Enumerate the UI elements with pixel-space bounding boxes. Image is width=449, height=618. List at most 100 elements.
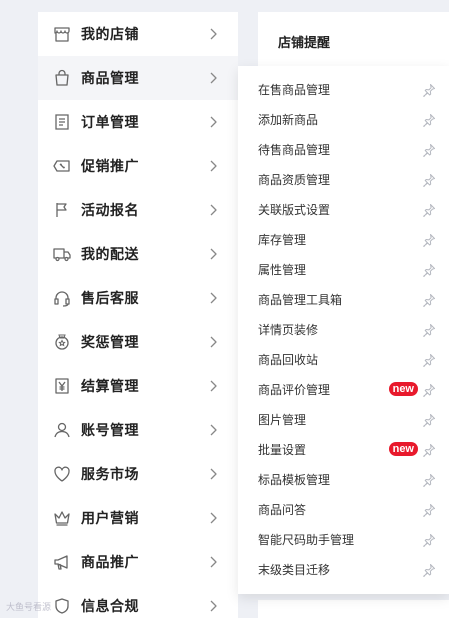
pin-icon[interactable] [422,263,436,277]
submenu-item[interactable]: 批量设置 new [238,435,449,465]
sidebar-item[interactable]: 商品管理 [38,56,238,100]
chevron-right-icon [206,599,220,613]
pin-icon[interactable] [422,413,436,427]
submenu-item-label: 商品资质管理 [258,173,331,187]
submenu-item[interactable]: 智能尺码助手管理 [238,525,449,555]
submenu-item-label: 智能尺码助手管理 [258,533,355,547]
content-panel [258,600,449,618]
heart-icon [53,465,71,483]
sidebar-item-label: 我的店铺 [81,27,139,43]
submenu-item-label: 标品模板管理 [258,473,331,487]
sidebar-item[interactable]: 我的配送 [38,232,238,276]
submenu-item-label: 待售商品管理 [258,143,331,157]
store-notice-panel: 店铺提醒 [258,12,449,72]
submenu-item[interactable]: 商品管理工具箱 [238,285,449,315]
medal-icon [53,333,71,351]
chevron-right-icon [206,159,220,173]
submenu-item[interactable]: 商品资质管理 [238,165,449,195]
submenu-item[interactable]: 待售商品管理 [238,135,449,165]
sidebar-item[interactable]: 促销推广 [38,144,238,188]
sidebar-item-label: 活动报名 [81,203,139,219]
submenu-item[interactable]: 商品回收站 [238,345,449,375]
pin-icon[interactable] [422,353,436,367]
pin-icon[interactable] [422,143,436,157]
sidebar-item-label: 促销推广 [81,159,139,175]
pin-icon[interactable] [422,173,436,187]
pin-icon[interactable] [422,293,436,307]
coupon-icon [53,157,71,175]
sidebar-item-label: 售后客服 [81,291,139,307]
headset-icon [53,289,71,307]
chevron-right-icon [206,71,220,85]
sidebar-item[interactable]: 我的店铺 [38,12,238,56]
submenu-item-label: 批量设置 [258,443,307,457]
sidebar-item-label: 订单管理 [81,115,139,131]
submenu-item[interactable]: 商品问答 [238,495,449,525]
user-icon [53,421,71,439]
pin-icon[interactable] [422,383,436,397]
chevron-right-icon [206,115,220,129]
submenu-item-label: 商品管理工具箱 [258,293,343,307]
product-management-submenu: 在售商品管理 添加新商品待售商品管理 商品资质管理 关联版式设置 库存管理属性管理商品管… [238,66,449,594]
submenu-item[interactable]: 关联版式设置 [238,195,449,225]
submenu-item[interactable]: 属性管理 [238,255,449,285]
submenu-item-label: 属性管理 [258,263,307,277]
submenu-item-label: 商品评价管理 [258,383,331,397]
pin-icon[interactable] [422,203,436,217]
pin-icon[interactable] [422,503,436,517]
submenu-item-label: 在售商品管理 [258,83,331,97]
submenu-item-label: 图片管理 [258,413,307,427]
document-icon [53,113,71,131]
crown-icon [53,509,71,527]
sidebar-item-label: 我的配送 [81,247,139,263]
submenu-item[interactable]: 图片管理 [238,405,449,435]
sidebar-item[interactable]: 结算管理 [38,364,238,408]
submenu-item-label: 商品问答 [258,503,307,517]
pin-icon[interactable] [422,83,436,97]
submenu-item-label: 商品回收站 [258,353,319,367]
sidebar-item-label: 商品管理 [81,71,139,87]
sidebar-item-label: 账号管理 [81,423,139,439]
submenu-item[interactable]: 标品模板管理 [238,465,449,495]
submenu-item[interactable]: 商品评价管理 new [238,375,449,405]
sidebar-item[interactable]: 账号管理 [38,408,238,452]
watermark: 大鱼号看源 [6,603,52,613]
sidebar-item[interactable]: 商品推广 [38,540,238,584]
submenu-item[interactable]: 添加新商品 [238,105,449,135]
submenu-item[interactable]: 在售商品管理 [238,75,449,105]
submenu-item[interactable]: 详情页装修 [238,315,449,345]
submenu-item-label: 库存管理 [258,233,307,247]
submenu-item-label: 添加新商品 [258,113,319,127]
store-icon [53,25,71,43]
sidebar-item[interactable]: 活动报名 [38,188,238,232]
submenu-item-label: 末级类目迁移 [258,563,331,577]
chevron-right-icon [206,511,220,525]
sidebar-item[interactable]: 订单管理 [38,100,238,144]
pin-icon[interactable] [422,323,436,337]
pin-icon[interactable] [422,473,436,487]
pin-icon[interactable] [422,443,436,457]
pin-icon[interactable] [422,113,436,127]
chevron-right-icon [206,335,220,349]
sidebar-item[interactable]: 奖惩管理 [38,320,238,364]
shield-icon [53,597,71,615]
submenu-item-label: 关联版式设置 [258,203,331,217]
shopping-bag-icon [53,69,71,87]
truck-icon [53,245,71,263]
pin-icon[interactable] [422,563,436,577]
submenu-item[interactable]: 末级类目迁移 [238,555,449,585]
sidebar-item[interactable]: 信息合规 [38,584,238,618]
submenu-item[interactable]: 库存管理 [238,225,449,255]
chevron-right-icon [206,555,220,569]
new-badge: new [388,382,418,396]
sidebar-item[interactable]: 用户营销 [38,496,238,540]
sidebar-item-label: 用户营销 [81,511,139,527]
yuan-icon [53,377,71,395]
chevron-right-icon [206,423,220,437]
chevron-right-icon [206,467,220,481]
sidebar-item[interactable]: 服务市场 [38,452,238,496]
pin-icon[interactable] [422,533,436,547]
sidebar-item-label: 奖惩管理 [81,335,139,351]
sidebar-item[interactable]: 售后客服 [38,276,238,320]
pin-icon[interactable] [422,233,436,247]
